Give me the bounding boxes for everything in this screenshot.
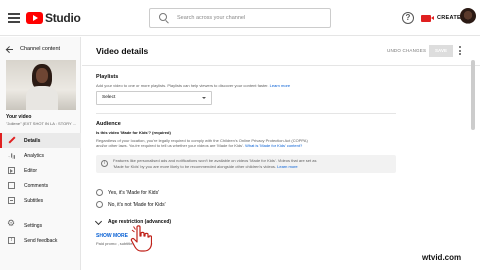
sidebar-item-label: Send feedback [24, 237, 58, 244]
notice-text: Features like personalised ads and notif… [113, 158, 316, 169]
sidebar-item-subtitles[interactable]: Subtitles [0, 193, 81, 208]
video-camera-icon [421, 14, 434, 22]
notice-line2-row: 'Made for Kids' by you are more likely t… [113, 164, 316, 170]
sidebar-item-analytics[interactable]: Analytics [0, 148, 81, 163]
help-icon[interactable]: ? [402, 12, 414, 24]
main-panel: Video details UNDO CHANGES SAVE Playlist… [82, 37, 480, 270]
radio-no-label: No, it's not 'Made for Kids' [108, 201, 166, 208]
notice-learn-more-link[interactable]: Learn more [277, 164, 297, 169]
sidebar-item-details[interactable]: Details [0, 133, 81, 148]
thumbnail-body [26, 86, 58, 110]
sidebar-nav: Details Analytics Editor Comments Subtit… [0, 133, 81, 208]
playlists-description: Add your video to one or more playlists.… [96, 83, 290, 88]
sidebar-item-label: Analytics [24, 152, 45, 159]
comments-icon [8, 182, 15, 189]
radio-made-for-kids-no[interactable]: No, it's not 'Made for Kids' [96, 201, 166, 208]
create-label: CREATE [437, 15, 462, 21]
sidebar-item-comments[interactable]: Comments [0, 178, 81, 193]
sidebar-bottom-nav: Settings Send feedback [0, 218, 81, 248]
pencil-icon [8, 137, 15, 144]
radio-made-for-kids-yes[interactable]: Yes, it's 'Made for Kids' [96, 189, 159, 196]
made-for-kids-question: Is this video 'Made for Kids'? (required… [96, 130, 171, 135]
header-divider [82, 65, 480, 66]
search-icon [158, 12, 171, 25]
info-icon: i [101, 160, 108, 167]
scrollbar-thumb[interactable] [471, 60, 475, 130]
section-divider [96, 113, 396, 114]
more-options-icon[interactable] [459, 46, 462, 57]
playlist-select[interactable]: Select [96, 91, 212, 105]
thumbnail-face [36, 68, 48, 83]
editor-icon [8, 167, 15, 174]
playlists-description-text: Add your video to one or more playlists.… [96, 83, 269, 88]
youtube-play-icon [26, 12, 43, 24]
sidebar-item-label: Editor [24, 167, 38, 174]
radio-button[interactable] [96, 189, 103, 196]
search-placeholder: Search across your channel [177, 15, 246, 21]
radio-yes-label: Yes, it's 'Made for Kids' [108, 189, 160, 196]
top-bar: Studio Search across your channel ? CREA… [0, 0, 480, 36]
audience-description-line2: and/or other laws. You're required to te… [96, 143, 302, 148]
sidebar-item-settings[interactable]: Settings [0, 218, 81, 233]
feedback-icon [8, 237, 15, 244]
sidebar: Channel content Your video "Jollene" (EX… [0, 37, 81, 270]
menu-icon[interactable] [8, 13, 20, 23]
made-for-kids-notice: i Features like personalised ads and not… [96, 155, 396, 173]
subtitles-icon [8, 197, 15, 204]
sidebar-item-editor[interactable]: Editor [0, 163, 81, 178]
page-title: Video details [96, 46, 149, 56]
what-is-made-for-kids-link[interactable]: What is 'Made for Kids' content? [245, 143, 302, 148]
search-input[interactable]: Search across your channel [149, 8, 331, 28]
studio-logo[interactable]: Studio [26, 11, 81, 25]
audience-heading: Audience [96, 121, 121, 127]
playlists-learn-more-link[interactable]: Learn more [270, 83, 290, 88]
playlists-heading: Playlists [96, 74, 119, 80]
sidebar-item-send-feedback[interactable]: Send feedback [0, 233, 81, 248]
sidebar-item-label: Settings [24, 222, 43, 229]
save-button[interactable]: SAVE [429, 45, 453, 57]
back-to-channel-content[interactable]: Channel content [6, 45, 60, 53]
analytics-icon [8, 152, 15, 159]
back-arrow-icon [6, 45, 14, 53]
undo-changes-button[interactable]: UNDO CHANGES [387, 48, 426, 53]
show-more-button[interactable]: SHOW MORE [96, 233, 128, 239]
radio-button[interactable] [96, 201, 103, 208]
hand-pointer-icon [130, 225, 152, 252]
notice-line2: 'Made for Kids' by you are more likely t… [113, 163, 277, 169]
create-button[interactable]: CREATE [421, 10, 461, 26]
audience-description-line2-text: and/or other laws. You're required to te… [96, 143, 244, 148]
sidebar-item-label: Subtitles [24, 197, 44, 204]
chevron-down-icon [94, 217, 103, 225]
gear-icon [7, 219, 15, 229]
sidebar-item-label: Details [24, 137, 41, 144]
playlist-select-value: Select [102, 95, 116, 100]
watermark: wtvid.com [422, 253, 462, 262]
your-video-label: Your video [6, 114, 32, 120]
video-thumbnail[interactable] [6, 60, 76, 110]
video-title: "Jollene" (EXT SHOT IN LA : STORY ... [6, 121, 77, 126]
logo-text: Studio [45, 11, 81, 25]
sidebar-item-label: Comments [24, 182, 49, 189]
chevron-down-icon [202, 97, 206, 99]
back-label: Channel content [20, 46, 61, 52]
account-avatar[interactable] [460, 8, 476, 24]
